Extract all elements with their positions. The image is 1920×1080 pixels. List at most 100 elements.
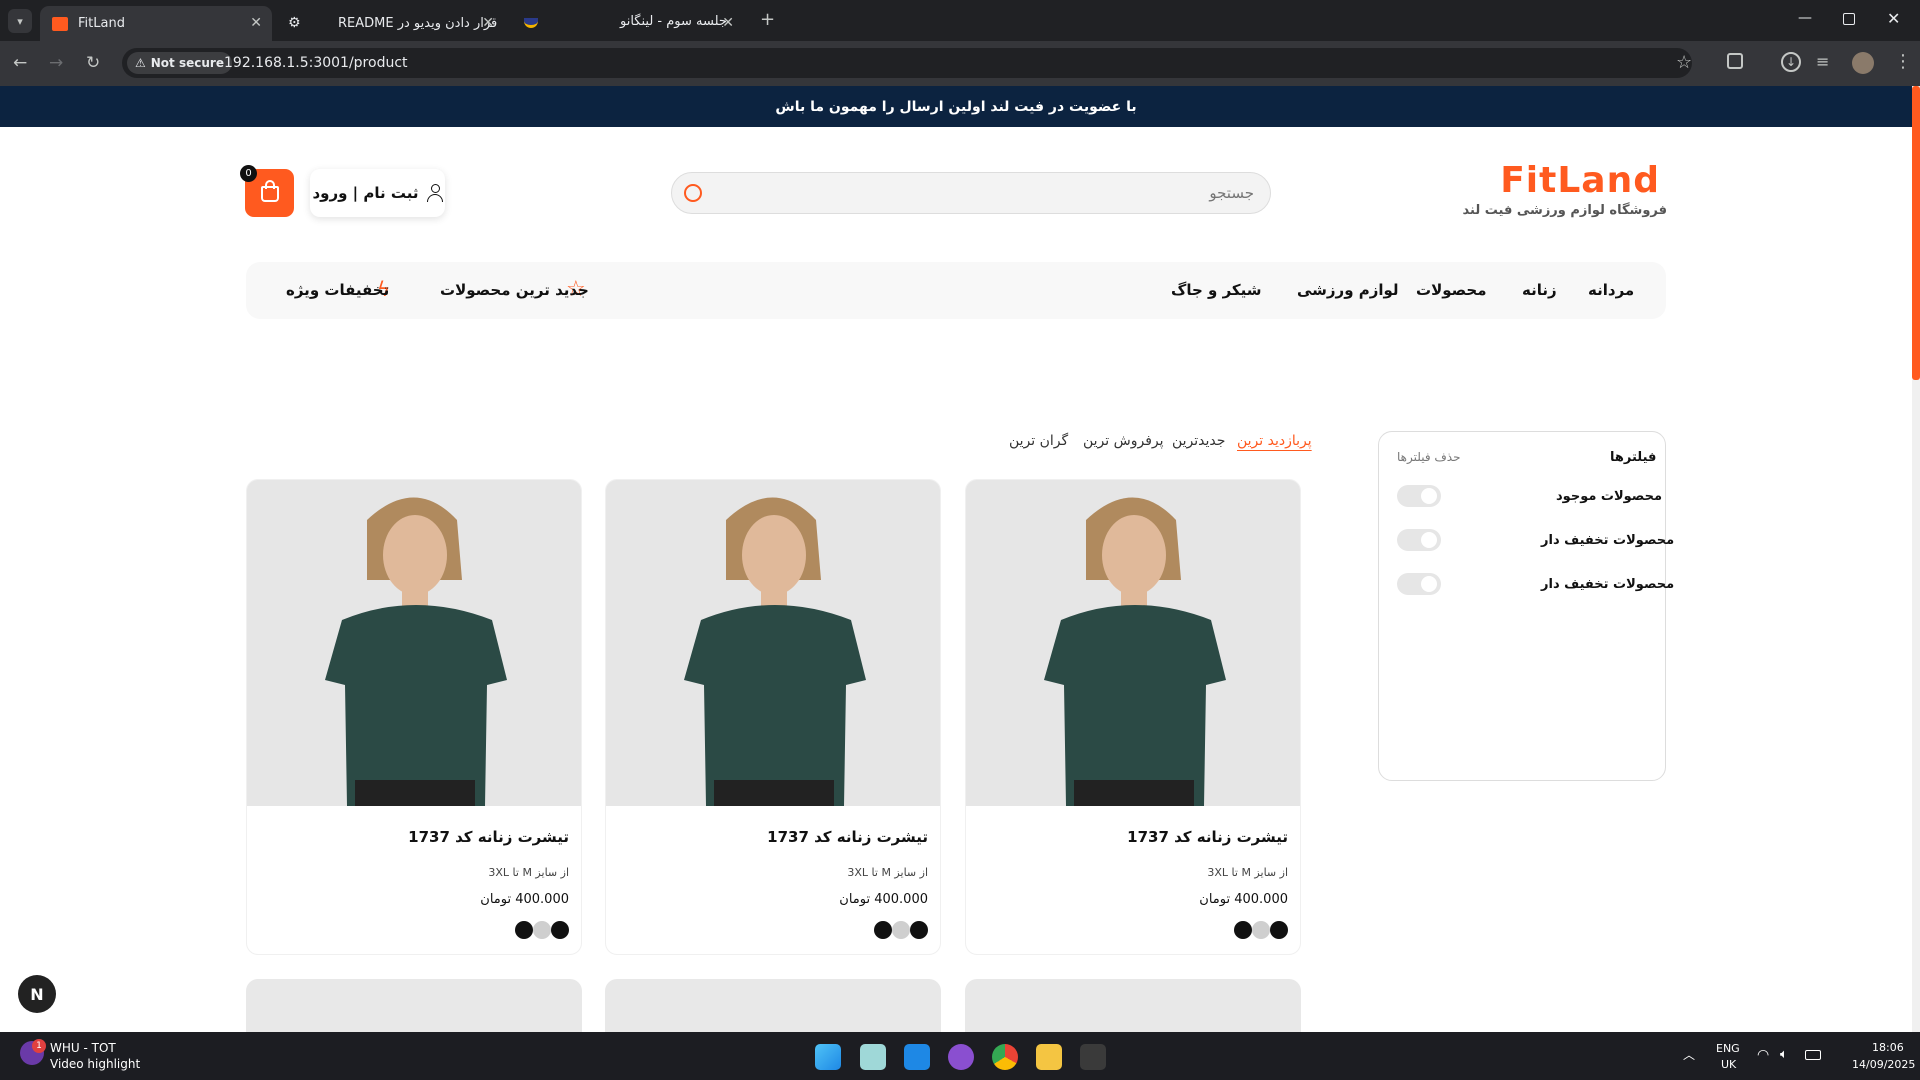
forward-arrow-icon[interactable]: → xyxy=(49,53,63,73)
product-price: 400.000 تومان xyxy=(1199,892,1288,907)
bookmark-star-icon[interactable]: ☆ xyxy=(1676,52,1692,73)
promo-text: با عضویت در فیت لند اولین ارسال را مهمون… xyxy=(775,98,1137,115)
file-explorer-icon[interactable] xyxy=(1036,1044,1062,1070)
wifi-icon[interactable]: ◠ xyxy=(1757,1047,1769,1063)
tab-lingano[interactable]: جلسه سوم - لینگانو ✕ xyxy=(512,6,744,41)
terminal-icon[interactable] xyxy=(1080,1044,1106,1070)
filter-label-in-stock: محصولات موجود xyxy=(1556,489,1663,504)
menu-item-special-discounts[interactable]: تخفیفات ویژه xyxy=(286,281,389,299)
product-name[interactable]: تیشرت زنانه کد 1737 xyxy=(767,828,928,846)
scrollbar-thumb[interactable] xyxy=(1912,86,1920,380)
login-label: ثبت نام | ورود xyxy=(312,184,419,202)
not-secure-label: Not secure xyxy=(150,56,224,70)
xbox-icon[interactable] xyxy=(860,1044,886,1070)
clock-date[interactable]: 14/09/2025 xyxy=(1852,1058,1915,1071)
reload-icon[interactable]: ↻ xyxy=(86,53,100,73)
product-card-partial[interactable] xyxy=(965,979,1301,1039)
restore-button[interactable] xyxy=(1843,13,1855,25)
back-arrow-icon[interactable]: ← xyxy=(13,53,27,73)
filter-panel xyxy=(1378,431,1666,781)
minimize-button[interactable]: — xyxy=(1798,10,1812,26)
product-card-partial[interactable] xyxy=(605,979,941,1039)
product-image[interactable] xyxy=(606,480,940,806)
github-desktop-icon[interactable] xyxy=(948,1044,974,1070)
login-register-button[interactable]: ثبت نام | ورود xyxy=(310,169,445,217)
sort-newest[interactable]: جدیدترین xyxy=(1172,433,1225,449)
search-bar[interactable] xyxy=(671,172,1271,214)
product-card-partial[interactable] xyxy=(246,979,582,1039)
product-price: 400.000 تومان xyxy=(839,892,928,907)
menu-item-men[interactable]: مردانه xyxy=(1588,281,1634,299)
volume-icon[interactable]: 🔈︎ xyxy=(1780,1047,1788,1062)
url-text[interactable]: 192.168.1.5:3001/product xyxy=(224,55,408,71)
media-subtitle: Video highlight xyxy=(50,1057,141,1071)
sort-most-expensive[interactable]: گران ترین xyxy=(1009,433,1068,449)
menu-item-shakers[interactable]: شیکر و جاگ xyxy=(1171,281,1262,299)
cart-count-badge: 0 xyxy=(240,165,257,182)
tab-title: FitLand xyxy=(78,16,125,31)
product-card[interactable]: تیشرت زنانه کد 1737 از سایز M تا 3XL 400… xyxy=(965,479,1301,955)
notification-badge: 1 xyxy=(32,1039,46,1053)
chevron-up-icon[interactable]: ︿ xyxy=(1683,1046,1695,1063)
profile-avatar[interactable] xyxy=(1852,52,1874,74)
media-control-icon[interactable]: ≡ xyxy=(1816,52,1829,71)
close-window-button[interactable]: ✕ xyxy=(1887,9,1900,28)
product-image[interactable] xyxy=(247,480,581,806)
vscode-icon[interactable] xyxy=(904,1044,930,1070)
color-swatch[interactable] xyxy=(1234,921,1252,939)
in-stock-toggle[interactable] xyxy=(1397,485,1441,507)
extensions-icon[interactable] xyxy=(1727,53,1743,69)
clear-filters-link[interactable]: حذف فیلترها xyxy=(1397,450,1461,464)
tab-fitland[interactable]: FitLand ✕ xyxy=(40,6,272,41)
warning-icon: ⚠ xyxy=(135,56,146,70)
menu-item-women[interactable]: زنانه xyxy=(1522,281,1557,299)
color-swatch[interactable] xyxy=(892,921,910,939)
fitland-favicon-icon xyxy=(52,16,68,31)
not-secure-chip[interactable]: ⚠ Not secure xyxy=(127,52,232,74)
discounted-toggle[interactable] xyxy=(1397,529,1441,551)
site-logo[interactable]: FitLand xyxy=(1500,160,1660,201)
color-swatch[interactable] xyxy=(515,921,533,939)
product-card[interactable]: تیشرت زنانه کد 1737 از سایز M تا 3XL 400… xyxy=(246,479,582,955)
close-icon[interactable]: ✕ xyxy=(722,15,734,31)
color-swatch[interactable] xyxy=(533,921,551,939)
color-swatch[interactable] xyxy=(1252,921,1270,939)
product-sizes: از سایز M تا 3XL xyxy=(488,866,569,879)
tab-readme[interactable]: قرار دادن ویدیو در README ⚙ ✕ xyxy=(278,6,504,41)
tshirt-model-image xyxy=(606,480,940,806)
browser-menu-icon[interactable]: ⋮ xyxy=(1894,51,1912,72)
discounted-toggle-2[interactable] xyxy=(1397,573,1441,595)
color-swatch[interactable] xyxy=(874,921,892,939)
close-icon[interactable]: ✕ xyxy=(482,15,494,31)
filter-title: فیلترها xyxy=(1610,450,1657,465)
tab-list-button[interactable]: ▾ xyxy=(8,9,32,33)
language-primary[interactable]: ENG xyxy=(1716,1042,1740,1055)
close-icon[interactable]: ✕ xyxy=(250,15,262,31)
menu-item-newest-products[interactable]: جدید ترین محصولات xyxy=(440,281,589,299)
sort-most-viewed[interactable]: پربازدید ترین xyxy=(1237,433,1312,449)
color-swatch[interactable] xyxy=(551,921,569,939)
search-input[interactable] xyxy=(724,173,1254,213)
product-name[interactable]: تیشرت زنانه کد 1737 xyxy=(408,828,569,846)
media-title[interactable]: WHU - TOT xyxy=(50,1041,116,1055)
product-image[interactable] xyxy=(966,480,1300,806)
battery-icon[interactable] xyxy=(1805,1050,1821,1060)
windows-start-icon[interactable] xyxy=(815,1044,841,1070)
product-name[interactable]: تیشرت زنانه کد 1737 xyxy=(1127,828,1288,846)
clock-time[interactable]: 18:06 xyxy=(1872,1041,1904,1054)
menu-item-products[interactable]: محصولات xyxy=(1416,281,1487,299)
chrome-icon[interactable] xyxy=(992,1044,1018,1070)
language-secondary[interactable]: UK xyxy=(1721,1058,1736,1071)
new-tab-button[interactable]: + xyxy=(760,9,775,30)
color-swatch[interactable] xyxy=(1270,921,1288,939)
nextjs-dev-indicator[interactable]: N xyxy=(18,975,56,1013)
search-icon[interactable] xyxy=(684,184,702,202)
download-icon[interactable]: ↓ xyxy=(1781,52,1801,72)
sort-best-selling[interactable]: پرفروش ترین xyxy=(1083,433,1164,449)
product-card[interactable]: تیشرت زنانه کد 1737 از سایز M تا 3XL 400… xyxy=(605,479,941,955)
color-swatch[interactable] xyxy=(910,921,928,939)
product-sizes: از سایز M تا 3XL xyxy=(1207,866,1288,879)
menu-item-sports-gear[interactable]: لوازم ورزشی xyxy=(1297,281,1399,299)
chatgpt-favicon-icon: ⚙ xyxy=(288,15,301,31)
product-price: 400.000 تومان xyxy=(480,892,569,907)
